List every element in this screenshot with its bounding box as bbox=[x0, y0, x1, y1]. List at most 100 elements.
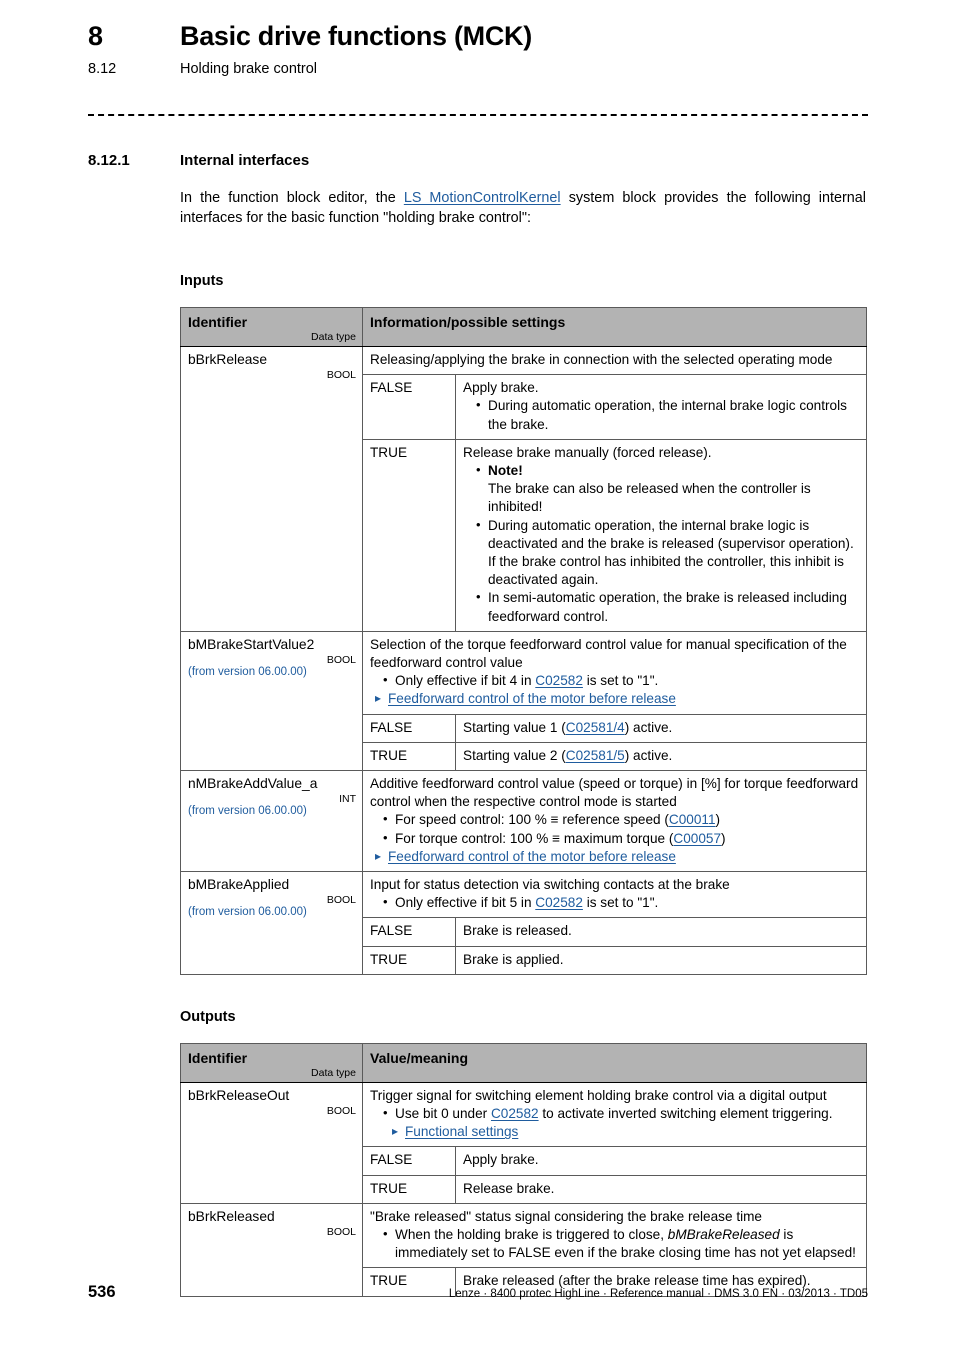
cross-reference[interactable]: Feedforward control of the motor before … bbox=[375, 848, 860, 866]
identifier-name: bBrkReleased bbox=[188, 1208, 275, 1224]
description-cell: Starting value 2 (C02581/5) active. bbox=[455, 741, 867, 771]
identifier-version-note: (from version 06.00.00) bbox=[188, 666, 307, 679]
identifier-version-note: (from version 06.00.00) bbox=[188, 906, 307, 919]
inputs-heading: Inputs bbox=[180, 272, 224, 289]
row-description: Trigger signal for switching element hol… bbox=[370, 1087, 827, 1103]
table-row: nMBrakeAddValue_a INT (from version 06.0… bbox=[180, 769, 867, 872]
bullet-text-suffix: ) bbox=[715, 812, 721, 828]
value-text-prefix: Starting value 2 ( bbox=[463, 747, 566, 763]
code-link[interactable]: C02581/4 bbox=[566, 720, 625, 735]
description-cell: "Brake released" status signal consideri… bbox=[361, 1202, 868, 1269]
row-description: "Brake released" status signal consideri… bbox=[370, 1208, 762, 1224]
code-link-c00011[interactable]: C00011 bbox=[669, 812, 716, 827]
page-footer: 536 Lenze · 8400 protec HighLine · Refer… bbox=[88, 1283, 868, 1302]
value-cell: FALSE bbox=[362, 713, 456, 743]
footer-text: Lenze · 8400 protec HighLine · Reference… bbox=[448, 1288, 868, 1300]
outputs-heading: Outputs bbox=[180, 1008, 236, 1025]
row-description: Selection of the torque feedforward cont… bbox=[370, 636, 847, 670]
cross-reference-link[interactable]: Feedforward control of the motor before … bbox=[388, 691, 676, 706]
outputs-table: Identifier Data type Value/meaning bBrkR… bbox=[180, 1042, 868, 1297]
inputs-col-info-label: Information/possible settings bbox=[370, 313, 566, 330]
cross-reference-link[interactable]: Functional settings bbox=[405, 1124, 518, 1139]
value-text-suffix: ) active. bbox=[624, 719, 673, 735]
section-number: 8.12.1 bbox=[88, 152, 130, 169]
outputs-col-value-label: Value/meaning bbox=[370, 1049, 469, 1066]
cross-reference[interactable]: Feedforward control of the motor before … bbox=[375, 690, 860, 708]
inputs-col-info: Information/possible settings bbox=[362, 306, 867, 347]
body-column: In the function block editor, the LS_Mot… bbox=[180, 188, 868, 1297]
value-cell: TRUE bbox=[362, 438, 456, 632]
value-text-suffix: ) active. bbox=[624, 747, 673, 763]
table-row: bMBrakeStartValue2 BOOL (from version 06… bbox=[180, 630, 867, 771]
table-row: bBrkReleaseOut BOOL Trigger signal for s… bbox=[180, 1081, 868, 1204]
identifier-cell: bBrkReleaseOut BOOL bbox=[180, 1081, 363, 1204]
value-cell: TRUE bbox=[362, 945, 456, 975]
identifier-cell: bMBrakeApplied BOOL (from version 06.00.… bbox=[180, 870, 363, 975]
note-text: The brake can also be released when the … bbox=[488, 481, 811, 515]
identifier-cell: bBrkRelease BOOL bbox=[180, 345, 363, 632]
description-cell: Brake is released. bbox=[455, 917, 867, 947]
inputs-col-identifier-sublabel: Data type bbox=[311, 330, 356, 343]
identifier-name: bBrkRelease bbox=[188, 351, 267, 367]
bullet-text-prefix: For speed control: 100 % ≡ reference spe… bbox=[395, 812, 669, 828]
row-description: Input for status detection via switching… bbox=[370, 876, 730, 892]
value-cell: TRUE bbox=[362, 1174, 456, 1204]
identifier-name: bMBrakeStartValue2 bbox=[188, 636, 315, 652]
header-section-line: 8.12 Holding brake control bbox=[88, 61, 868, 77]
header-chapter-line: 8 Basic drive functions (MCK) bbox=[88, 21, 868, 52]
page-number: 536 bbox=[88, 1283, 116, 1301]
bullet-text-prefix: Only effective if bit 4 in bbox=[395, 673, 536, 689]
code-link-c02582[interactable]: C02582 bbox=[491, 1106, 539, 1121]
section-heading: 8.12.1 Internal interfaces bbox=[88, 152, 868, 169]
value-cell: FALSE bbox=[362, 374, 456, 440]
intro-text-part1: In the function block editor, the bbox=[180, 190, 404, 206]
description-cell: Input for status detection via switching… bbox=[362, 870, 867, 919]
bullet-text-prefix: When the holding brake is triggered to c… bbox=[395, 1227, 668, 1243]
section-title: Internal interfaces bbox=[180, 152, 310, 169]
value-description: Apply brake. bbox=[463, 380, 539, 396]
cross-reference-link[interactable]: Feedforward control of the motor before … bbox=[388, 849, 676, 864]
value-cell: FALSE bbox=[362, 1146, 456, 1176]
description-cell: Releasing/applying the brake in connecti… bbox=[362, 345, 867, 376]
bullet-text-italic: bMBrakeReleased bbox=[667, 1227, 780, 1243]
code-link-c02582[interactable]: C02582 bbox=[535, 673, 583, 688]
value-text-prefix: Starting value 1 ( bbox=[463, 719, 566, 735]
identifier-datatype: BOOL bbox=[326, 368, 356, 381]
chapter-number: 8 bbox=[88, 21, 103, 51]
list-item: During automatic operation, the internal… bbox=[475, 516, 860, 590]
identifier-datatype: INT bbox=[339, 792, 356, 805]
bullet-list: Use bit 0 under C02582 to activate inver… bbox=[370, 1104, 860, 1123]
identifier-name: bBrkReleaseOut bbox=[188, 1087, 290, 1103]
outputs-col-value: Value/meaning bbox=[361, 1042, 868, 1083]
description-cell: Selection of the torque feedforward cont… bbox=[362, 630, 867, 715]
description-cell: Release brake manually (forced release).… bbox=[455, 438, 867, 632]
cross-reference[interactable]: Functional settings bbox=[392, 1123, 860, 1141]
note-label: Note! bbox=[488, 462, 523, 478]
running-header: 8 Basic drive functions (MCK) 8.12 Holdi… bbox=[88, 21, 868, 77]
table-row: bBrkReleased BOOL "Brake released" statu… bbox=[180, 1202, 868, 1297]
bullet-list: Only effective if bit 5 in C02582 is set… bbox=[370, 893, 860, 912]
code-link-c00057[interactable]: C00057 bbox=[673, 831, 721, 846]
header-divider bbox=[88, 114, 868, 116]
bullet-text-suffix: is set to "1". bbox=[582, 895, 659, 911]
bullet-text-suffix: to activate inverted switching element t… bbox=[538, 1106, 833, 1121]
code-link-c02582[interactable]: C02582 bbox=[535, 895, 583, 910]
identifier-name: bMBrakeApplied bbox=[188, 876, 290, 892]
list-item: During automatic operation, the internal… bbox=[475, 396, 860, 433]
list-item: When the holding brake is triggered to c… bbox=[382, 1225, 860, 1262]
code-link[interactable]: C02581/5 bbox=[566, 748, 625, 763]
bullet-text-suffix: is set to "1". bbox=[582, 673, 659, 689]
value-cell: FALSE bbox=[362, 917, 456, 947]
bullet-list: For speed control: 100 % ≡ reference spe… bbox=[370, 810, 860, 847]
value-description: Release brake manually (forced release). bbox=[463, 444, 712, 460]
ls-motioncontrolkernel-link[interactable]: LS_MotionControlKernel bbox=[404, 190, 561, 206]
document-page: 8 Basic drive functions (MCK) 8.12 Holdi… bbox=[0, 0, 954, 1350]
outputs-table-header-row: Identifier Data type Value/meaning bbox=[180, 1042, 868, 1083]
description-cell: Trigger signal for switching element hol… bbox=[361, 1081, 868, 1148]
table-row: bMBrakeApplied BOOL (from version 06.00.… bbox=[180, 870, 867, 975]
inputs-table-header-row: Identifier Data type Information/possibl… bbox=[180, 306, 867, 347]
bullet-list: During automatic operation, the internal… bbox=[463, 396, 860, 433]
description-cell: Brake is applied. bbox=[455, 945, 867, 975]
description-cell: Apply brake. During automatic operation,… bbox=[455, 374, 867, 440]
description-cell: Apply brake. bbox=[454, 1146, 868, 1176]
